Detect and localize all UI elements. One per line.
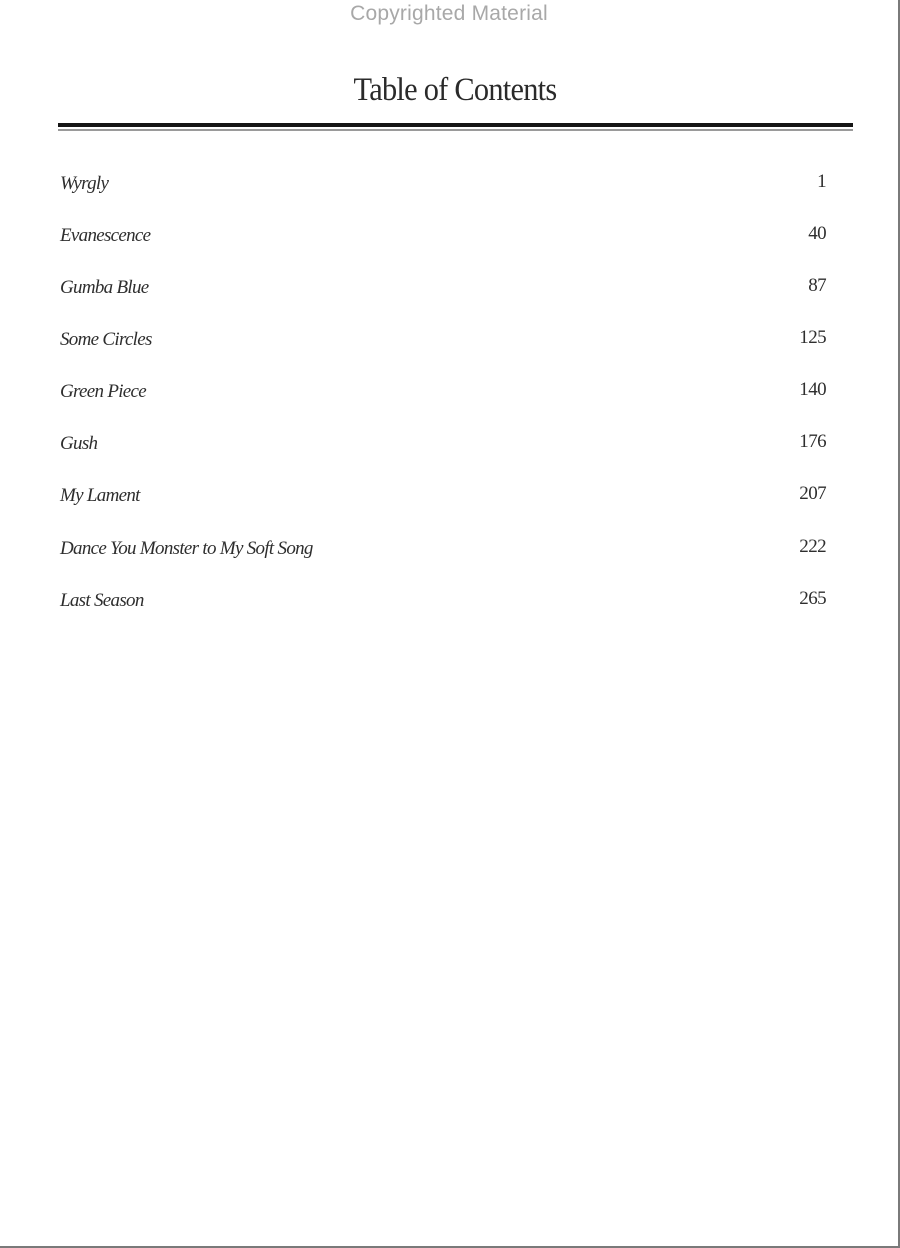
toc-entry-page: 140 [799,379,826,400]
toc-entry-title: My Lament [60,485,140,506]
toc-entry[interactable]: Green Piece 140 [0,379,900,411]
toc-entry-page: 222 [799,536,826,557]
copyright-watermark: Copyrighted Material [350,2,548,25]
toc-entry[interactable]: Last Season 265 [0,588,900,620]
toc-entry[interactable]: Some Circles 125 [0,327,900,359]
document-page: Copyrighted Material Table of Contents W… [0,0,900,1248]
toc-entry-page: 87 [808,275,826,296]
toc-entry-title: Some Circles [60,329,152,350]
toc-entry-title: Gumba Blue [60,277,149,298]
toc-entry-page: 265 [799,588,826,609]
toc-entry[interactable]: Dance You Monster to My Soft Song 222 [0,536,900,568]
heading-rule-thick [58,123,853,127]
toc-entry-title: Dance You Monster to My Soft Song [60,538,313,559]
toc-entry[interactable]: Wyrgly 1 [0,171,900,203]
toc-entry-title: Green Piece [60,381,147,402]
toc-entry[interactable]: My Lament 207 [0,483,900,515]
toc-entry[interactable]: Evanescence 40 [0,223,900,255]
toc-entry-page: 176 [799,431,826,452]
toc-entry[interactable]: Gush 176 [0,431,900,463]
toc-entry-page: 125 [799,327,826,348]
page-title: Table of Contents [353,72,558,108]
toc-entry[interactable]: Gumba Blue 87 [0,275,900,307]
toc-entry-page: 40 [808,223,826,244]
toc-entry-page: 1 [817,171,827,192]
toc-entry-title: Wyrgly [60,173,109,194]
toc-entry-title: Evanescence [60,225,151,246]
toc-entry-title: Last Season [60,590,144,611]
toc-entry-title: Gush [60,433,98,454]
toc-entry-page: 207 [799,483,826,504]
heading-rule-thin [58,129,853,131]
